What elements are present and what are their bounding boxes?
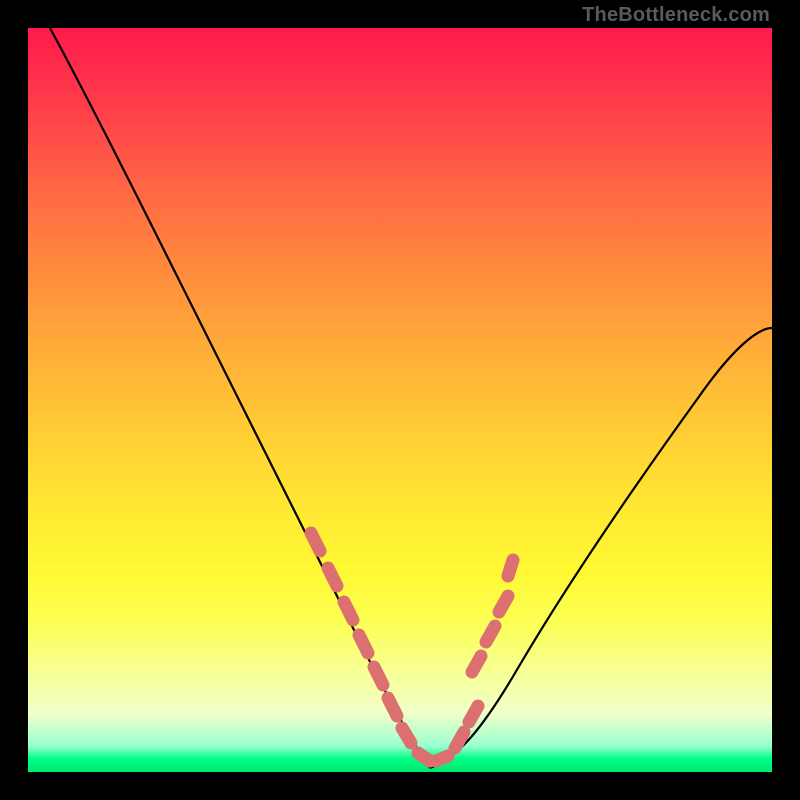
watermark-text: TheBottleneck.com [582, 4, 770, 27]
curve-overlay [28, 28, 772, 772]
chart-frame: TheBottleneck.com [0, 0, 800, 800]
highlight-markers [311, 533, 513, 761]
plot-area [28, 28, 772, 772]
